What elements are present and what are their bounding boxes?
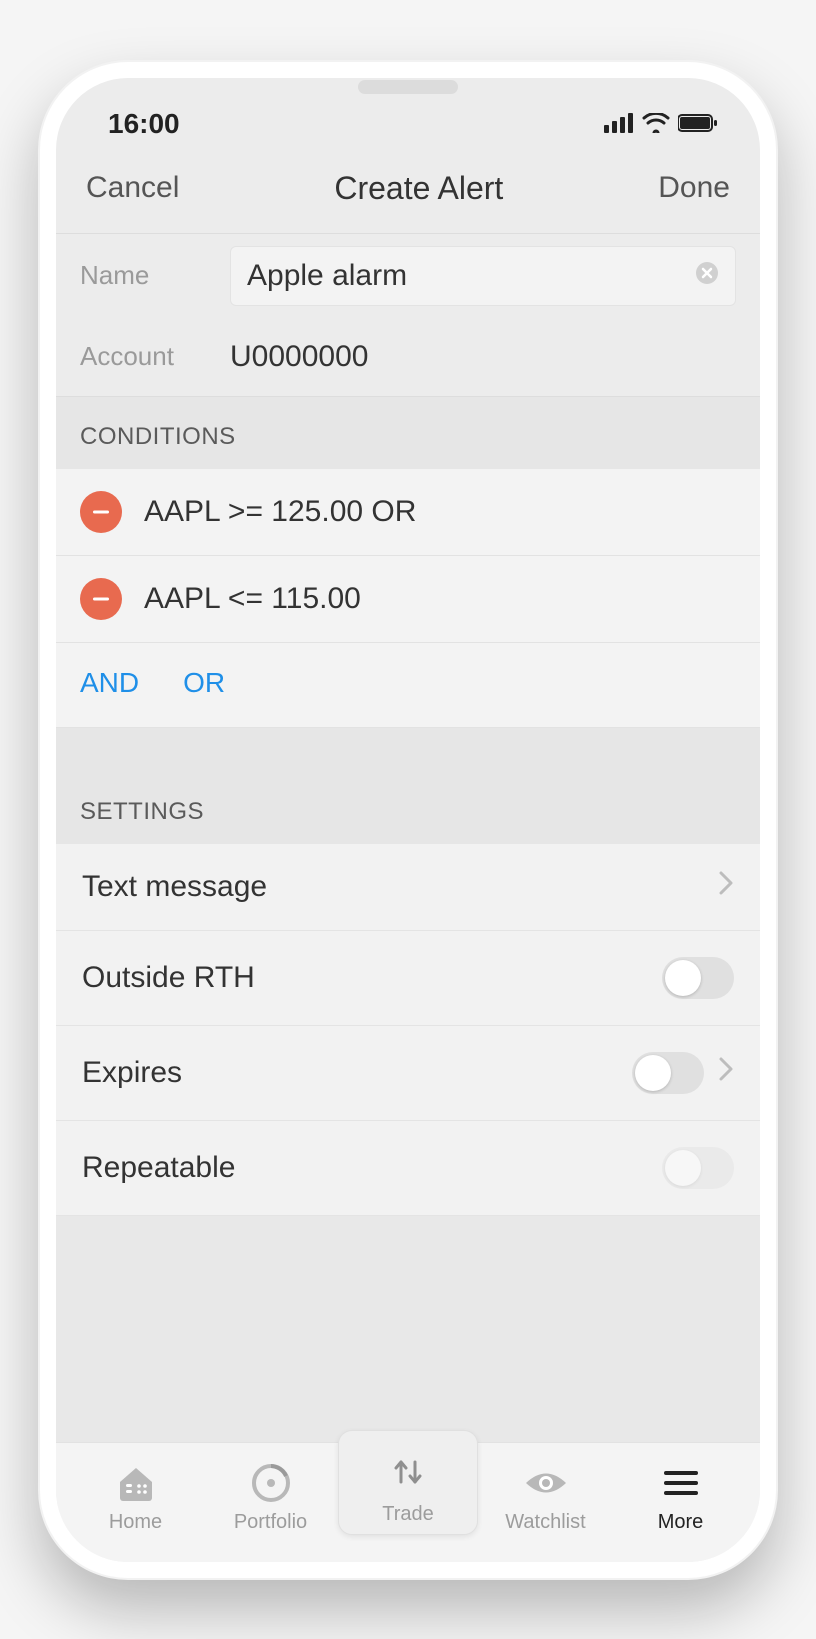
remove-condition-icon[interactable] — [80, 578, 122, 620]
setting-text-message[interactable]: Text message — [56, 844, 760, 931]
settings-header: SETTINGS — [56, 772, 760, 844]
nav-header: Cancel Create Alert Done — [56, 148, 760, 234]
phone-notch — [358, 80, 458, 94]
phone-frame: 16:00 Cancel Create Alert Done — [38, 60, 778, 1580]
name-row: Name — [56, 234, 760, 318]
tab-label: Home — [109, 1511, 162, 1534]
tab-label: Trade — [382, 1503, 434, 1526]
name-input[interactable] — [247, 259, 695, 293]
section-spacer — [56, 728, 760, 772]
logic-or-button[interactable]: OR — [183, 667, 225, 699]
setting-repeatable: Repeatable — [56, 1121, 760, 1216]
tab-home[interactable]: Home — [68, 1461, 203, 1534]
tab-label: Portfolio — [234, 1511, 307, 1534]
condition-text: AAPL <= 115.00 — [144, 582, 361, 616]
tab-portfolio[interactable]: Portfolio — [203, 1461, 338, 1534]
condition-text: AAPL >= 125.00 OR — [144, 495, 416, 529]
tab-watchlist[interactable]: Watchlist — [478, 1461, 613, 1534]
status-time: 16:00 — [108, 108, 180, 140]
home-icon — [116, 1461, 156, 1505]
condition-row[interactable]: AAPL >= 125.00 OR — [56, 469, 760, 556]
trade-icon — [386, 1447, 430, 1497]
repeatable-toggle[interactable] — [662, 1147, 734, 1189]
tab-bar: Home Portfolio Trade — [56, 1442, 760, 1562]
name-input-wrap[interactable] — [230, 246, 736, 306]
menu-icon — [662, 1461, 700, 1505]
battery-icon — [678, 108, 718, 140]
page-title: Create Alert — [334, 170, 503, 207]
expires-toggle[interactable] — [632, 1052, 704, 1094]
account-value: U0000000 — [230, 330, 368, 384]
name-label: Name — [80, 260, 230, 291]
logic-row: AND OR — [56, 643, 760, 728]
eye-icon — [524, 1461, 568, 1505]
chevron-right-icon — [718, 870, 734, 904]
outside-rth-toggle[interactable] — [662, 957, 734, 999]
empty-area — [56, 1216, 760, 1442]
setting-expires[interactable]: Expires — [56, 1026, 760, 1121]
tab-trade[interactable]: Trade — [338, 1430, 478, 1535]
portfolio-icon — [251, 1461, 291, 1505]
logic-and-button[interactable]: AND — [80, 667, 139, 699]
remove-condition-icon[interactable] — [80, 491, 122, 533]
chevron-right-icon — [718, 1056, 734, 1090]
conditions-header: CONDITIONS — [56, 396, 760, 469]
wifi-icon — [642, 108, 670, 140]
condition-row[interactable]: AAPL <= 115.00 — [56, 556, 760, 643]
setting-label: Outside RTH — [82, 961, 255, 995]
account-row: Account U0000000 — [56, 318, 760, 396]
screen: 16:00 Cancel Create Alert Done — [56, 78, 760, 1562]
done-button[interactable]: Done — [658, 171, 730, 205]
setting-outside-rth: Outside RTH — [56, 931, 760, 1026]
setting-label: Expires — [82, 1056, 182, 1090]
cancel-button[interactable]: Cancel — [86, 171, 179, 205]
tab-more[interactable]: More — [613, 1461, 748, 1534]
setting-label: Repeatable — [82, 1151, 235, 1185]
setting-label: Text message — [82, 870, 267, 904]
account-label: Account — [80, 341, 230, 372]
tab-label: More — [658, 1511, 704, 1534]
tab-label: Watchlist — [505, 1511, 585, 1534]
cellular-icon — [604, 108, 634, 140]
clear-icon[interactable] — [695, 261, 719, 290]
